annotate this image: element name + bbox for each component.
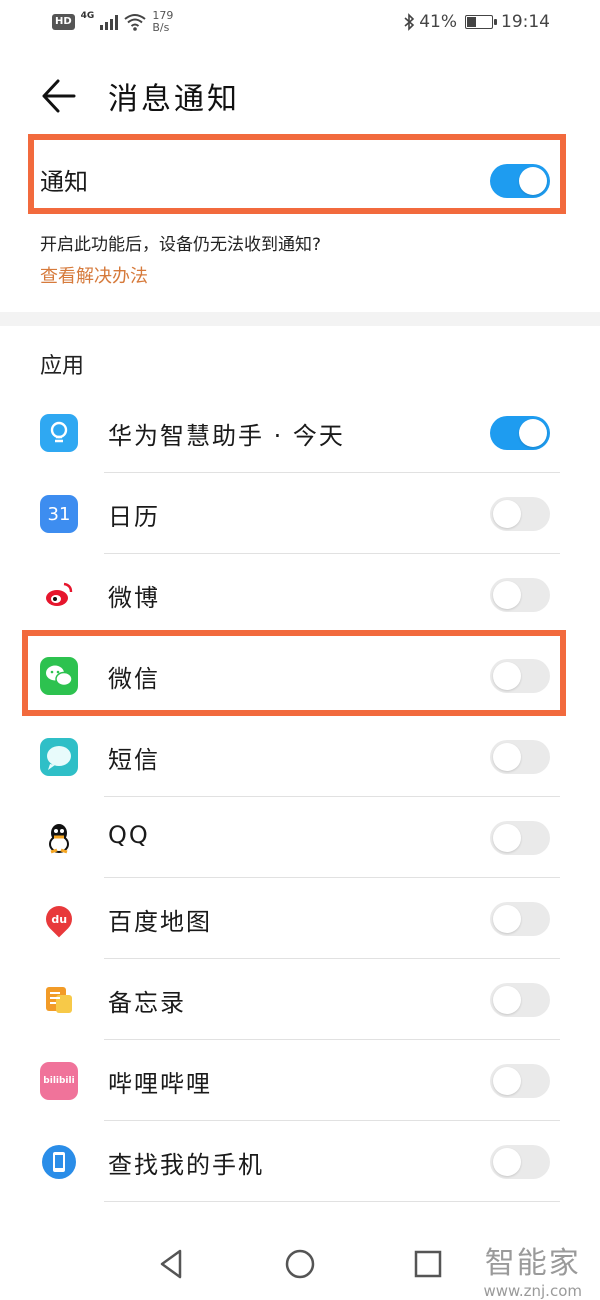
bluetooth-icon bbox=[404, 13, 415, 31]
network-type: 4G bbox=[80, 11, 95, 21]
section-title-apps: 应用 bbox=[40, 354, 85, 379]
status-bar: HD 4G 179 B/s 41% 19:14 bbox=[0, 0, 600, 46]
app-notification-toggle[interactable] bbox=[490, 578, 550, 612]
page-title: 消息通知 bbox=[108, 82, 240, 117]
row-separator bbox=[104, 1201, 560, 1202]
app-row[interactable]: 查找我的手机 bbox=[0, 1121, 600, 1202]
highlight-box-wechat bbox=[22, 630, 566, 716]
app-name: 微博 bbox=[108, 584, 160, 612]
wifi-icon bbox=[124, 14, 146, 31]
nav-home-icon[interactable] bbox=[282, 1246, 318, 1282]
notification-toggle[interactable] bbox=[490, 164, 550, 198]
icon-text: du bbox=[40, 900, 78, 938]
app-notification-toggle[interactable] bbox=[490, 740, 550, 774]
icon-text: 31 bbox=[47, 503, 71, 525]
battery-percent: 41% bbox=[419, 12, 457, 32]
battery-icon bbox=[465, 15, 497, 29]
app-row[interactable]: 31 日历 bbox=[0, 473, 600, 554]
messages-icon bbox=[40, 738, 78, 776]
app-notification-toggle[interactable] bbox=[490, 983, 550, 1017]
app-name: 百度地图 bbox=[108, 908, 212, 936]
toggle-knob bbox=[493, 581, 521, 609]
bilibili-icon: bilibili bbox=[40, 1062, 78, 1100]
view-solution-link[interactable]: 查看解决办法 bbox=[40, 262, 148, 288]
app-row[interactable]: 短信 bbox=[0, 716, 600, 797]
app-name: 华为智慧助手 · 今天 bbox=[108, 422, 345, 450]
toggle-knob bbox=[519, 167, 547, 195]
app-notification-toggle[interactable] bbox=[490, 416, 550, 450]
back-arrow-icon[interactable] bbox=[40, 76, 80, 116]
app-row[interactable]: QQ bbox=[0, 797, 600, 878]
toggle-knob bbox=[493, 1148, 521, 1176]
toggle-knob bbox=[519, 419, 547, 447]
app-name: 哔哩哔哩 bbox=[108, 1070, 212, 1098]
network-speed: 179 B/s bbox=[152, 10, 173, 34]
toggle-knob bbox=[493, 824, 521, 852]
huawei-assistant-icon bbox=[40, 414, 78, 452]
toggle-knob bbox=[493, 905, 521, 933]
app-row[interactable]: 华为智慧助手 · 今天 bbox=[0, 392, 600, 473]
signal-icon bbox=[100, 14, 119, 30]
calendar-icon: 31 bbox=[40, 495, 78, 533]
app-notification-toggle[interactable] bbox=[490, 821, 550, 855]
watermark-cn: 智能家 bbox=[484, 1246, 581, 1281]
weibo-icon bbox=[40, 576, 78, 614]
section-divider bbox=[0, 312, 600, 326]
app-notification-toggle[interactable] bbox=[490, 902, 550, 936]
app-name: 查找我的手机 bbox=[108, 1151, 264, 1179]
notification-hint: 开启此功能后，设备仍无法收到通知? bbox=[40, 235, 322, 255]
nav-back-icon[interactable] bbox=[154, 1246, 190, 1282]
notification-label: 通知 bbox=[40, 168, 88, 196]
app-name: 日历 bbox=[108, 503, 160, 531]
toggle-knob bbox=[493, 500, 521, 528]
icon-text: bilibili bbox=[43, 1076, 75, 1086]
app-notification-toggle[interactable] bbox=[490, 497, 550, 531]
toggle-knob bbox=[493, 986, 521, 1014]
qq-icon bbox=[40, 819, 78, 857]
app-name: 短信 bbox=[108, 746, 160, 774]
find-phone-icon bbox=[40, 1143, 78, 1181]
header: 消息通知 bbox=[0, 60, 600, 130]
watermark-url: www.znj.com bbox=[483, 1282, 582, 1300]
app-name: QQ bbox=[108, 821, 150, 849]
nav-recents-icon[interactable] bbox=[410, 1246, 446, 1282]
app-row[interactable]: 备忘录 bbox=[0, 959, 600, 1040]
toggle-knob bbox=[493, 1067, 521, 1095]
baidu-maps-icon: du bbox=[40, 900, 78, 938]
app-row[interactable]: bilibili 哔哩哔哩 bbox=[0, 1040, 600, 1121]
app-row[interactable]: du 百度地图 bbox=[0, 878, 600, 959]
watermark: 智能家 www.znj.com bbox=[483, 1238, 582, 1300]
app-row[interactable]: 微博 bbox=[0, 554, 600, 635]
app-notification-toggle[interactable] bbox=[490, 1064, 550, 1098]
notification-row[interactable]: 通知 bbox=[40, 152, 552, 208]
hd-badge: HD bbox=[52, 14, 75, 30]
toggle-knob bbox=[493, 743, 521, 771]
speed-unit: B/s bbox=[152, 21, 170, 34]
app-notification-toggle[interactable] bbox=[490, 1145, 550, 1179]
clock: 19:14 bbox=[501, 12, 550, 32]
notes-icon bbox=[40, 981, 78, 1019]
app-name: 备忘录 bbox=[108, 989, 186, 1017]
